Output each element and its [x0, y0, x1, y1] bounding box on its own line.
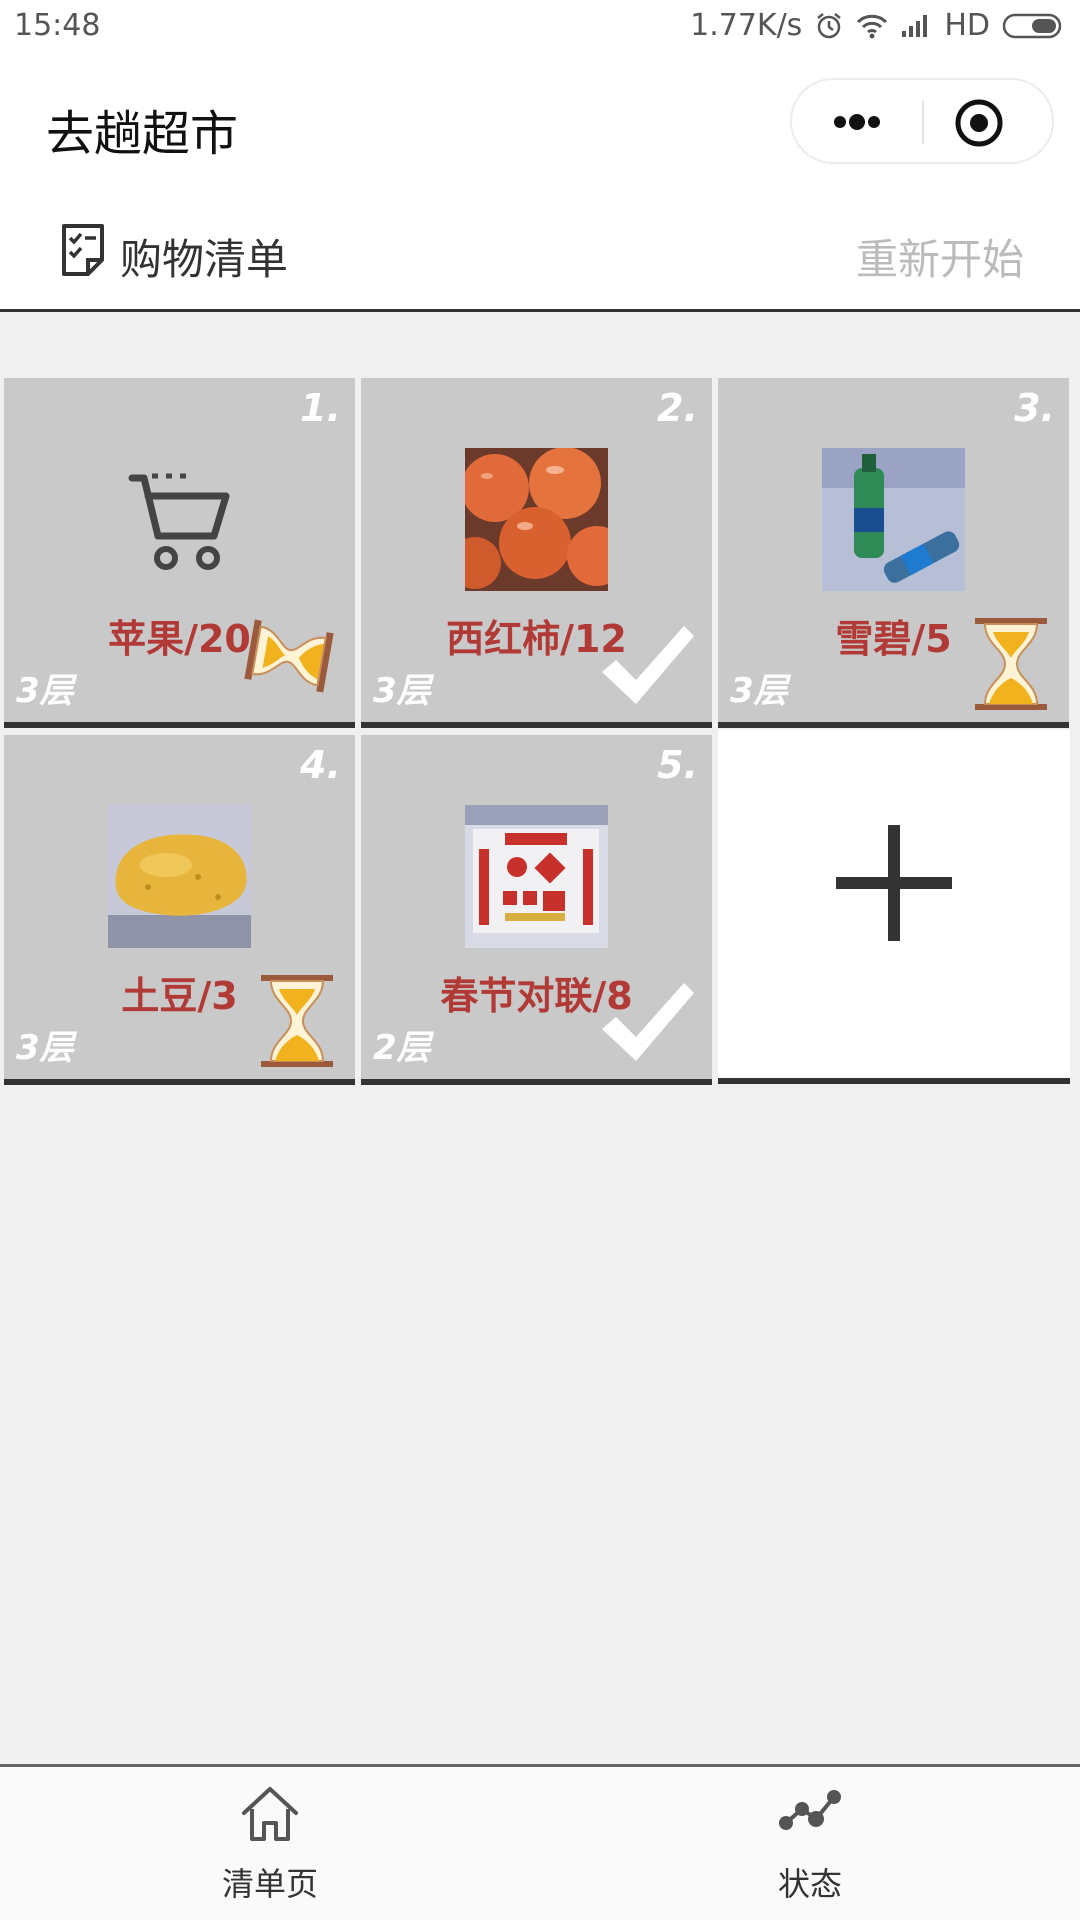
item-floor: 3层 [730, 671, 788, 711]
tab-status[interactable]: 状态 [540, 1767, 1080, 1920]
status-bar: 15:48 1.77K/s HD [0, 0, 1080, 58]
item-tile-4[interactable]: 4. 土豆/3 3层 [4, 735, 355, 1085]
couplets-photo [465, 805, 608, 948]
more-dots-icon [834, 114, 880, 130]
more-menu-button[interactable] [822, 102, 892, 142]
alarm-icon [814, 11, 844, 41]
item-tile-5[interactable]: 5. 春节对联/8 2层 [361, 735, 712, 1085]
item-index: 5. [657, 743, 698, 787]
list-header: 购物清单 重新开始 [0, 186, 1080, 312]
item-index: 2. [657, 386, 698, 430]
item-index: 1. [300, 386, 341, 430]
list-title: 购物清单 [120, 235, 289, 284]
restart-button[interactable]: 重新开始 [856, 226, 1024, 287]
checkmark-icon [602, 983, 694, 1061]
hourglass-icon [975, 618, 1047, 710]
home-icon [242, 1787, 298, 1841]
item-floor: 3层 [373, 671, 431, 711]
sprite-bottle-photo [822, 448, 965, 591]
item-tile-1[interactable]: 1. 苹果/20 3层 [4, 378, 355, 728]
checklist-icon [62, 224, 104, 276]
battery-icon [1002, 12, 1066, 40]
item-floor: 3层 [16, 671, 74, 711]
target-close-icon [955, 99, 1003, 147]
hourglass-icon [261, 975, 333, 1067]
tomato-photo [465, 448, 608, 591]
add-item-button[interactable] [718, 730, 1070, 1084]
app-screen: 15:48 1.77K/s HD 去趟超市 购物清单 重新开始 1. 苹果/20… [0, 0, 1080, 1920]
wifi-icon [856, 13, 888, 39]
net-speed: 1.77K/s [690, 8, 803, 43]
status-right: 1.77K/s HD [690, 8, 1066, 43]
network-type: HD [944, 8, 990, 43]
item-floor: 3层 [16, 1028, 74, 1068]
item-floor: 2层 [373, 1028, 431, 1068]
close-mini-program-button[interactable] [954, 98, 1004, 148]
bottom-tab-bar: 清单页 状态 [0, 1764, 1080, 1920]
item-index: 4. [300, 743, 341, 787]
capsule-divider [922, 100, 924, 144]
tab-label: 状态 [777, 1865, 842, 1903]
chart-icon [779, 1790, 841, 1830]
item-index: 3. [1014, 386, 1055, 430]
tab-list-page[interactable]: 清单页 [0, 1767, 540, 1920]
page-title: 去趟超市 [46, 106, 239, 162]
plus-icon [836, 825, 952, 941]
item-tile-3[interactable]: 3. 雪碧/5 3层 [718, 378, 1069, 728]
item-tile-2[interactable]: 2. 西红柿/12 3层 [361, 378, 712, 728]
signal-icon [900, 13, 932, 39]
hourglass-icon [244, 619, 334, 693]
app-header: 去趟超市 [0, 58, 1080, 186]
status-time: 15:48 [14, 8, 101, 43]
checkmark-icon [602, 626, 694, 704]
mini-program-capsule [790, 78, 1054, 164]
cart-placeholder-icon [108, 448, 251, 591]
potato-photo [108, 805, 251, 948]
tab-label: 清单页 [221, 1865, 318, 1903]
